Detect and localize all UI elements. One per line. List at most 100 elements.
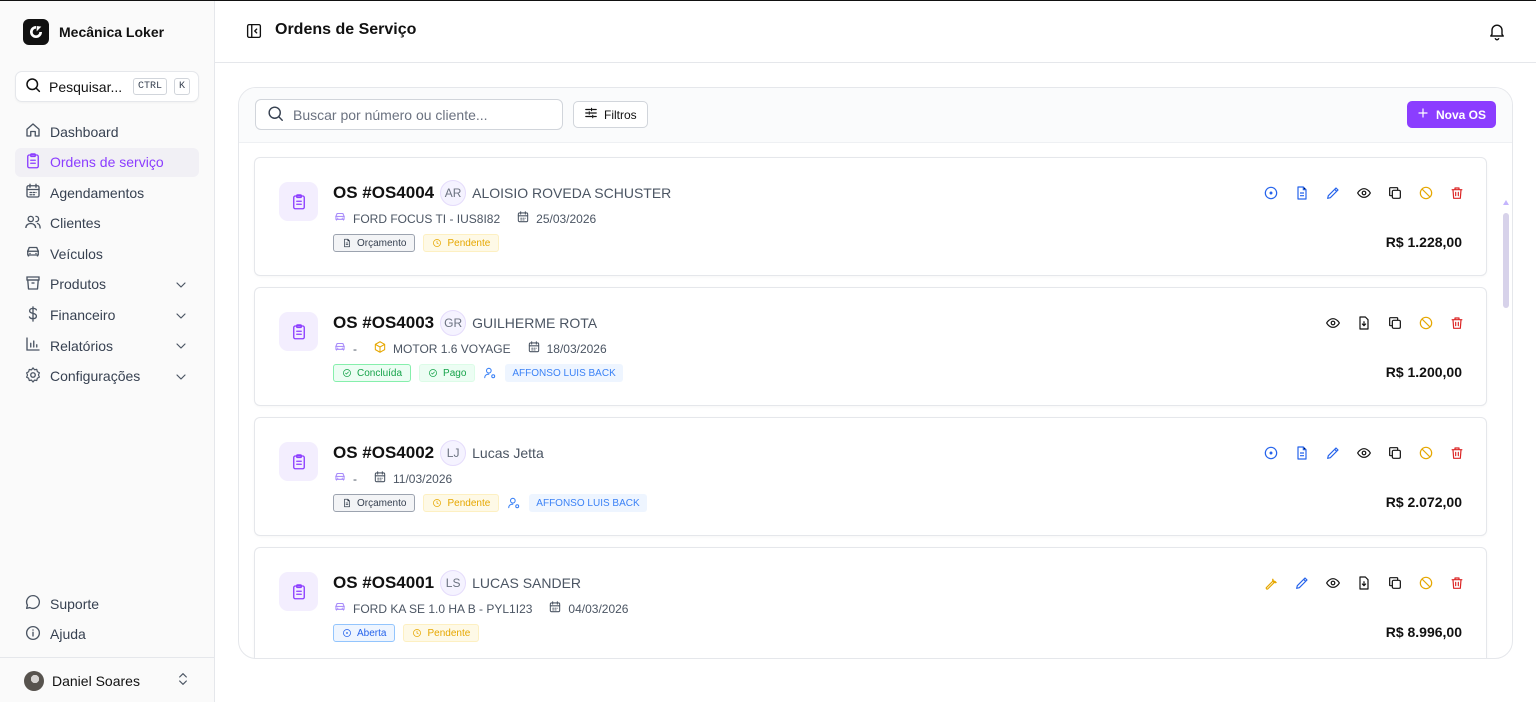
duplicate-icon[interactable] bbox=[1386, 314, 1404, 332]
sidebar-item-label: Agendamentos bbox=[50, 184, 145, 201]
sidebar-item-ajuda[interactable]: Ajuda bbox=[15, 620, 199, 649]
sidebar-item-label: Veículos bbox=[50, 245, 103, 262]
car-icon bbox=[333, 470, 347, 487]
sidebar-item-dashboard[interactable]: Dashboard bbox=[15, 117, 199, 146]
document-icon[interactable] bbox=[1293, 444, 1311, 462]
settings-icon bbox=[24, 366, 42, 387]
delete-icon[interactable] bbox=[1448, 444, 1466, 462]
global-search-button[interactable]: Pesquisar... CTRL K bbox=[15, 71, 199, 102]
view-icon[interactable] bbox=[1355, 444, 1373, 462]
sidebar-toggle-icon[interactable] bbox=[245, 22, 263, 43]
sidebar-item-label: Ordens de serviço bbox=[50, 154, 164, 171]
order-card[interactable]: OS #OS4003 GR GUILHERME ROTA - MOTOR 1.6… bbox=[254, 287, 1487, 406]
edit-icon[interactable] bbox=[1324, 444, 1342, 462]
filters-button[interactable]: Filtros bbox=[573, 101, 648, 128]
vehicle-label: - bbox=[353, 341, 357, 356]
new-order-button[interactable]: Nova OS bbox=[1406, 101, 1496, 128]
app-name: Mecânica Loker bbox=[59, 24, 165, 40]
delete-icon[interactable] bbox=[1448, 574, 1466, 592]
sidebar-item-label: Dashboard bbox=[50, 123, 119, 140]
sidebar-item-veiculos[interactable]: Veículos bbox=[15, 239, 199, 268]
status-label: Orçamento bbox=[357, 237, 407, 249]
order-number: OS #OS4003 bbox=[333, 313, 435, 332]
duplicate-icon[interactable] bbox=[1386, 574, 1404, 592]
calendar-icon bbox=[24, 182, 42, 203]
order-search-input[interactable] bbox=[293, 106, 552, 123]
delete-icon[interactable] bbox=[1448, 314, 1466, 332]
users-icon bbox=[24, 213, 42, 234]
payment-badge: Pendente bbox=[423, 234, 500, 252]
start-order-icon[interactable] bbox=[1262, 444, 1280, 462]
sidebar-item-clientes[interactable]: Clientes bbox=[15, 209, 199, 238]
order-card[interactable]: OS #OS4002 LJ Lucas Jetta - 11/03/2026 O… bbox=[254, 417, 1487, 536]
order-total: R$ 8.996,00 bbox=[1385, 624, 1462, 640]
sidebar-secondary-nav: Suporte Ajuda bbox=[15, 589, 199, 650]
clipboard-icon bbox=[24, 152, 42, 173]
payment-label: Pendente bbox=[427, 627, 471, 639]
message-icon bbox=[24, 593, 42, 614]
view-icon[interactable] bbox=[1355, 184, 1373, 202]
order-actions bbox=[1262, 444, 1466, 462]
edit-icon[interactable] bbox=[1293, 574, 1311, 592]
order-total: R$ 1.228,00 bbox=[1385, 234, 1462, 250]
delete-icon[interactable] bbox=[1448, 184, 1466, 202]
status-badge: Aberta bbox=[333, 624, 396, 642]
client-initials-avatar: AR bbox=[440, 180, 467, 206]
sidebar-item-agendamentos[interactable]: Agendamentos bbox=[15, 178, 199, 207]
sidebar-item-produtos[interactable]: Produtos bbox=[15, 270, 199, 299]
vehicle-label: - bbox=[353, 471, 357, 486]
payment-badge: Pendente bbox=[423, 494, 500, 512]
sidebar-item-configuracoes[interactable]: Configurações bbox=[15, 362, 199, 391]
payment-label: Pendente bbox=[447, 497, 491, 509]
duplicate-icon[interactable] bbox=[1386, 184, 1404, 202]
sidebar-item-label: Relatórios bbox=[50, 337, 114, 354]
download-icon[interactable] bbox=[1355, 314, 1373, 332]
edit-icon[interactable] bbox=[1324, 184, 1342, 202]
order-card[interactable]: OS #OS4004 AR ALOISIO ROVEDA SCHUSTER FO… bbox=[254, 157, 1487, 276]
orders-scrollbar[interactable] bbox=[1500, 143, 1512, 658]
sidebar-nav: Dashboard Ordens de serviço Agendamentos… bbox=[15, 117, 199, 392]
info-icon bbox=[24, 624, 42, 645]
client-name: LUCAS SANDER bbox=[472, 575, 582, 591]
duplicate-icon[interactable] bbox=[1386, 444, 1404, 462]
cancel-icon[interactable] bbox=[1417, 444, 1435, 462]
sidebar-item-suporte[interactable]: Suporte bbox=[15, 589, 199, 618]
car-icon bbox=[333, 600, 347, 617]
vehicle-label: FORD KA SE 1.0 HA B - PYL1I23 bbox=[353, 601, 533, 616]
clipboard-icon bbox=[279, 182, 318, 221]
scroll-up-arrow-icon[interactable] bbox=[1503, 200, 1509, 205]
technician-badge: AFFONSO LUIS BACK bbox=[529, 494, 647, 512]
cancel-icon[interactable] bbox=[1417, 574, 1435, 592]
payment-badge: Pago bbox=[419, 364, 476, 382]
sliders-icon bbox=[584, 106, 598, 123]
start-order-icon[interactable] bbox=[1262, 184, 1280, 202]
order-actions bbox=[1262, 184, 1466, 202]
download-icon[interactable] bbox=[1355, 574, 1373, 592]
view-icon[interactable] bbox=[1324, 314, 1342, 332]
package-icon bbox=[24, 274, 42, 295]
order-actions bbox=[1324, 314, 1466, 332]
cancel-icon[interactable] bbox=[1417, 314, 1435, 332]
user-menu[interactable]: Daniel Soares bbox=[0, 657, 215, 702]
order-total: R$ 1.200,00 bbox=[1385, 364, 1462, 380]
shortcut-key-ctrl: CTRL bbox=[132, 78, 167, 95]
payment-badge: Pendente bbox=[403, 624, 480, 642]
view-icon[interactable] bbox=[1324, 574, 1342, 592]
scrollbar-thumb[interactable] bbox=[1503, 213, 1509, 308]
status-badge: Orçamento bbox=[333, 494, 416, 512]
order-actions bbox=[1262, 574, 1466, 592]
client-initials-avatar: GR bbox=[440, 310, 467, 336]
calendar-icon bbox=[548, 600, 562, 617]
sidebar-item-financeiro[interactable]: Financeiro bbox=[15, 301, 199, 330]
sidebar-item-ordens-de-servico[interactable]: Ordens de serviço bbox=[15, 147, 199, 177]
bell-icon[interactable] bbox=[1487, 21, 1507, 44]
clipboard-icon bbox=[279, 312, 318, 351]
document-icon[interactable] bbox=[1293, 184, 1311, 202]
wrench-icon[interactable] bbox=[1262, 574, 1280, 592]
brand[interactable]: Mecânica Loker bbox=[23, 19, 164, 45]
clipboard-icon bbox=[279, 442, 318, 481]
user-cog-icon bbox=[483, 366, 497, 380]
sidebar-item-relatorios[interactable]: Relatórios bbox=[15, 331, 199, 360]
cancel-icon[interactable] bbox=[1417, 184, 1435, 202]
order-card[interactable]: OS #OS4001 LS LUCAS SANDER FORD KA SE 1.… bbox=[254, 547, 1487, 658]
